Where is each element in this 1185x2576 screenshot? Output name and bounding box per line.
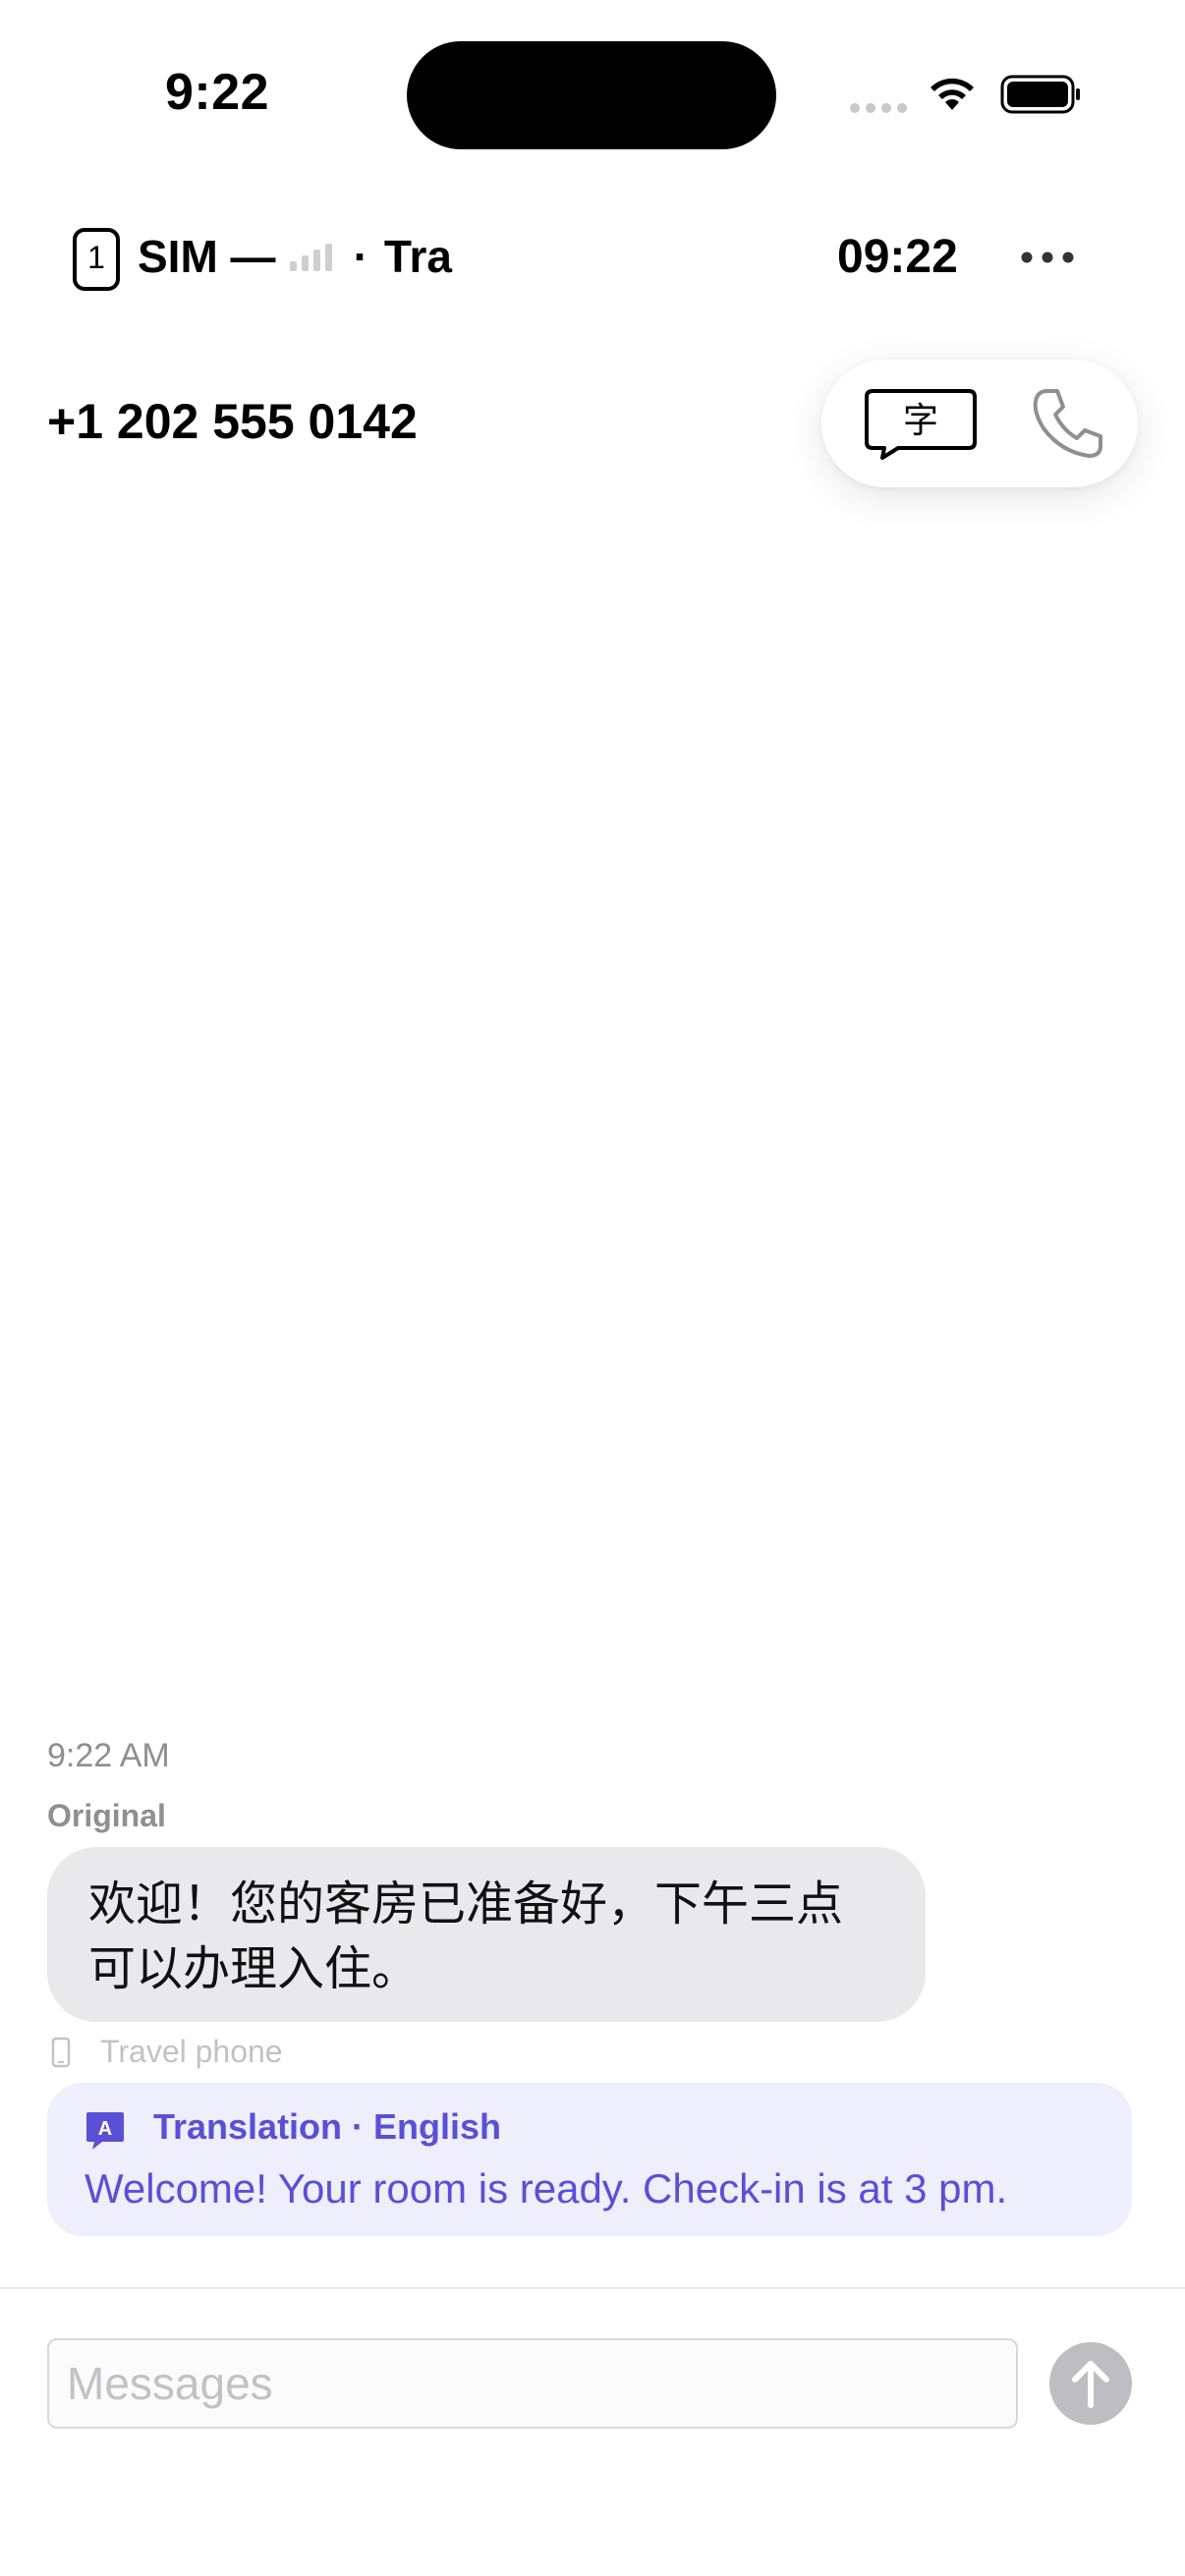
phone-icon[interactable] [1028, 385, 1106, 464]
translation-label: Translation · English [153, 2106, 502, 2147]
composer-divider [0, 2287, 1185, 2289]
sim-status[interactable]: SIM — · Tra [138, 230, 452, 283]
line-indicator: Travel phone [51, 2034, 283, 2070]
send-button[interactable] [1049, 2342, 1132, 2425]
contact-phone-number: +1 202 555 0142 [47, 394, 418, 449]
translate-glyph: 字 [903, 401, 938, 441]
phone-device-icon [51, 2037, 71, 2067]
contact-actions: 字 [821, 360, 1138, 487]
signal-strength-icon [289, 242, 332, 271]
incoming-message-bubble[interactable]: 欢迎！您的客房已准备好，下午三点可以办理入住。 [47, 1847, 926, 2022]
separator-dot: · [353, 231, 368, 282]
sim-label: SIM — [138, 231, 276, 282]
wifi-icon [931, 78, 974, 110]
translate-message-icon[interactable]: 字 [861, 389, 979, 460]
translation-icon: A [86, 2112, 124, 2150]
header-time: 09:22 [837, 231, 958, 283]
status-bar-time: 9:22 [165, 64, 270, 121]
line-label: Travel phone [100, 2034, 283, 2069]
original-label: Original [47, 1798, 166, 1833]
translation-text: Welcome! Your room is ready. Check-in is… [85, 2165, 1008, 2212]
battery-icon [1000, 75, 1080, 114]
message-timestamp: 9:22 AM [47, 1737, 170, 1774]
sim-slot-number: 1 [87, 240, 105, 275]
ellipsis-icon[interactable] [1020, 251, 1075, 264]
cellular-dots-icon [850, 103, 907, 113]
dynamic-island [407, 41, 776, 149]
original-message-text: 欢迎！您的客房已准备好，下午三点可以办理入住。 [88, 1878, 844, 1995]
carrier-label: Tra [383, 231, 452, 282]
message-input[interactable] [47, 2338, 1018, 2429]
arrow-up-icon [1072, 2361, 1109, 2408]
translation-card[interactable]: A Translation · English Welcome! Your ro… [47, 2083, 1132, 2236]
sim-card-icon[interactable]: 1 [73, 228, 120, 291]
translation-icon-letter: A [98, 2118, 112, 2140]
